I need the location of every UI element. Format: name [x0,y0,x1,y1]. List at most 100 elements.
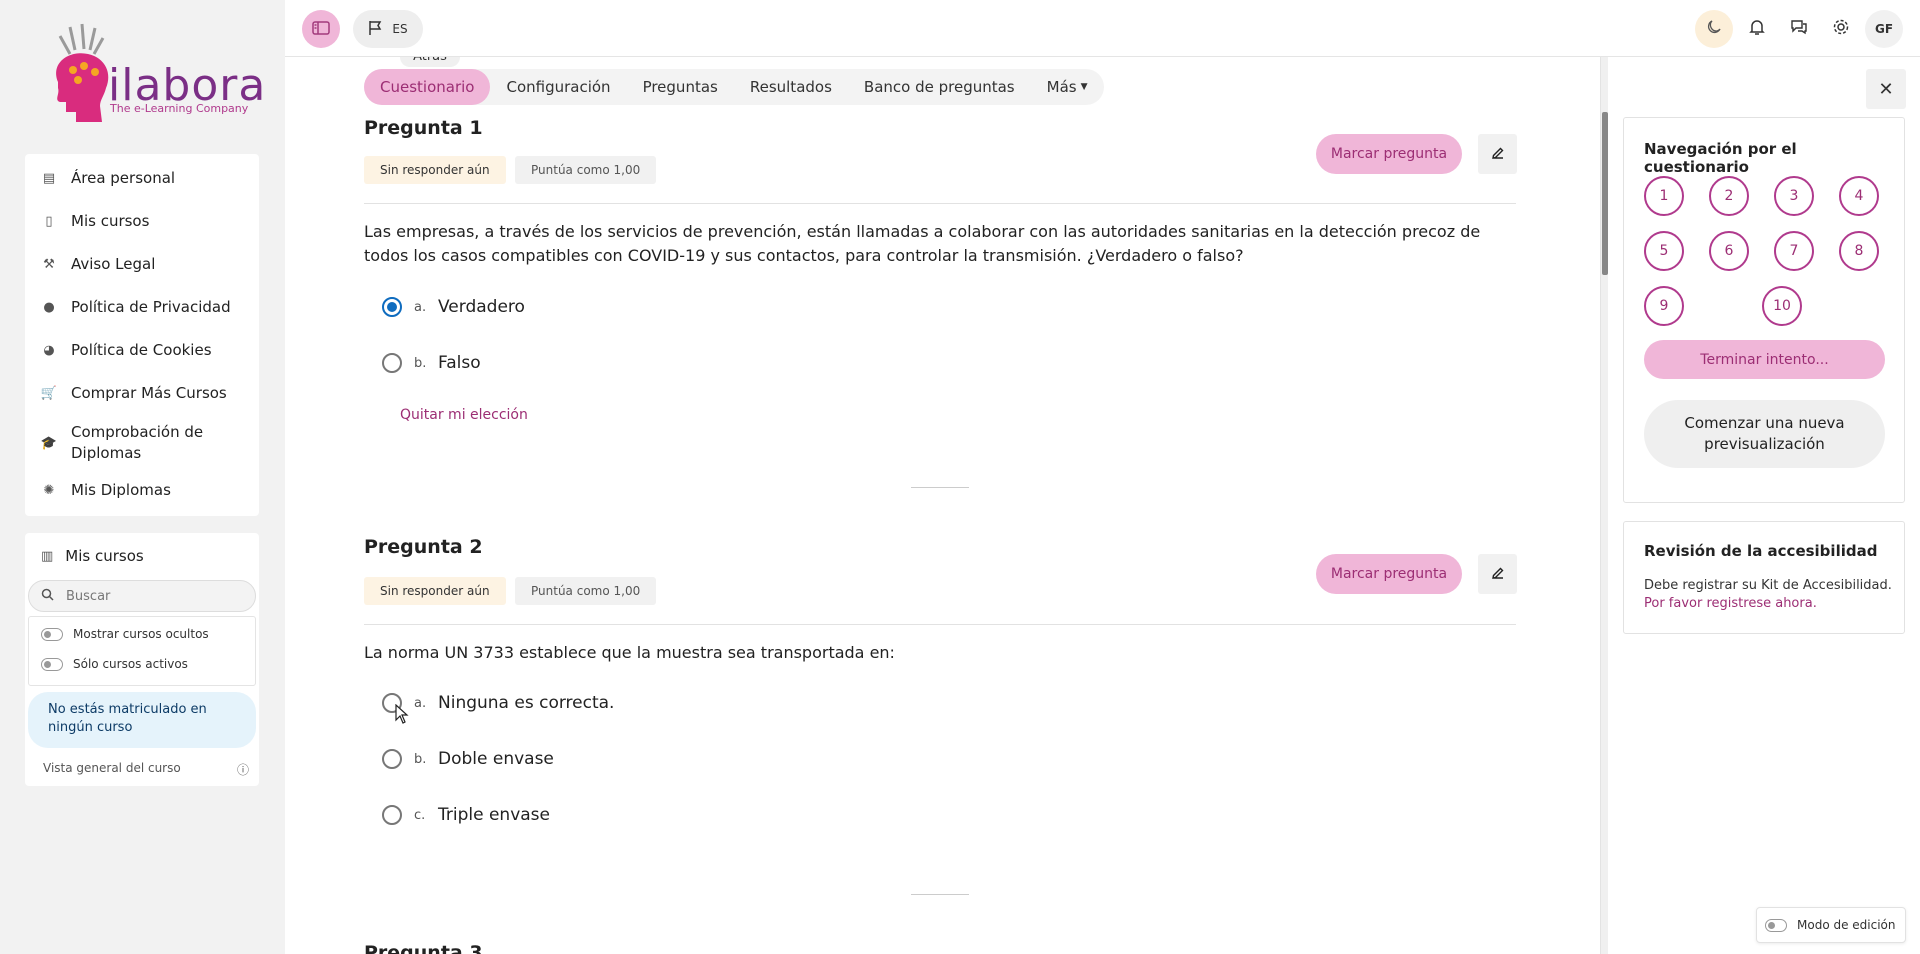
accessibility-review-title: Revisión de la accesibilidad [1644,542,1878,560]
question-nav-6[interactable]: 6 [1709,231,1749,271]
certificate-icon: ✺ [43,483,55,498]
course-search-input[interactable]: Buscar [28,580,256,612]
dark-mode-button[interactable] [1695,10,1733,48]
logo-tagline: The e-Learning Company [110,102,249,115]
question-1-option-b[interactable]: b. Falso [382,353,481,373]
toggle-switch[interactable] [1765,918,1787,932]
radio-button[interactable] [382,749,402,769]
graduation-cap-icon: 🎓 [40,435,58,451]
nav-item-aviso-legal[interactable]: ⚒ Aviso Legal [41,254,241,275]
mouse-cursor-icon [395,703,409,728]
accessibility-review-card: Revisión de la accesibilidad Debe regist… [1623,521,1905,634]
tab-configuracion[interactable]: Configuración [490,69,626,105]
question-nav-9[interactable]: 9 [1644,286,1684,326]
user-avatar[interactable]: GF [1865,10,1903,48]
question-nav-4[interactable]: 4 [1839,176,1879,216]
quiz-navigation-card: Navegación por el cuestionario 1 2 3 4 5… [1623,117,1905,503]
brand-logo[interactable]: ilabora The e-Learning Company [40,22,265,132]
question-2-option-c[interactable]: c. Triple envase [382,805,550,825]
pencil-icon [1491,145,1505,164]
course-overview-link[interactable]: Vista general del curso ⓘ [43,761,249,778]
language-button[interactable]: ES [353,10,423,48]
clear-choice-link[interactable]: Quitar mi elección [400,407,528,423]
tab-cuestionario[interactable]: Cuestionario [364,69,491,105]
question-1-text: Las empresas, a través de los servicios … [364,222,1481,265]
question-nav-5[interactable]: 5 [1644,231,1684,271]
question-2-title: Pregunta 2 [364,536,483,558]
question-1-status-badge: Sin responder aún [364,156,506,184]
flag-icon [368,20,382,39]
question-1-edit-button[interactable] [1478,134,1517,174]
main-scrollbar[interactable] [1600,57,1608,954]
toggle-hidden-courses[interactable]: Mostrar cursos ocultos [41,627,209,641]
cookie-icon: ◕ [43,343,55,358]
question-2-option-a[interactable]: a. Ninguna es correcta. [382,693,614,713]
question-2-flag-button[interactable]: Marcar pregunta [1316,554,1462,594]
toggle-active-courses[interactable]: Sólo cursos activos [41,657,188,671]
question-1-score-badge: Puntúa como 1,00 [515,156,657,184]
new-preview-button[interactable]: Comenzar una nueva previsualización [1644,400,1885,468]
quiz-navigation-drawer: ✕ Navegación por el cuestionario 1 2 3 4… [1608,57,1920,954]
question-1-title: Pregunta 1 [364,117,483,139]
tab-preguntas[interactable]: Preguntas [627,69,734,105]
question-nav-8[interactable]: 8 [1839,231,1879,271]
question-nav-1[interactable]: 1 [1644,176,1684,216]
tab-banco-preguntas[interactable]: Banco de preguntas [848,69,1031,105]
question-2-score-badge: Puntúa como 1,00 [515,577,657,605]
gavel-icon: ⚒ [43,257,55,272]
settings-button[interactable] [1822,10,1860,48]
question-nav-10[interactable]: 10 [1762,286,1802,326]
info-icon[interactable]: ⓘ [237,761,249,778]
back-button[interactable]: Atrás [400,57,460,67]
finish-attempt-button[interactable]: Terminar intento... [1644,340,1885,379]
cart-icon: 🛒 [40,386,58,401]
close-icon: ✕ [1878,78,1894,100]
quiz-main-content: Atrás Cuestionario Configuración Pregunt… [285,57,1600,954]
question-divider [911,487,969,488]
register-link[interactable]: Por favor registrese ahora. [1644,595,1894,613]
question-1-option-a[interactable]: a. Verdadero [382,297,525,317]
my-courses-header: ▥ Mis cursos [41,547,144,565]
close-drawer-button[interactable]: ✕ [1866,69,1906,109]
question-2-option-b[interactable]: b. Doble envase [382,749,554,769]
top-navbar: ES GF [285,0,1920,57]
nav-item-diplomas[interactable]: ✺ Mis Diplomas [41,480,241,501]
courses-icon: ▥ [41,548,54,564]
nav-item-cookies[interactable]: ◕ Política de Cookies [41,340,241,361]
primary-nav: ▤ Área personal ▯ Mis cursos ⚒ Aviso Leg… [25,154,259,516]
notifications-button[interactable] [1738,10,1776,48]
question-nav-2[interactable]: 2 [1709,176,1749,216]
nav-item-comprobacion[interactable]: 🎓 Comprobación de Diplomas [41,422,241,464]
nav-item-comprar[interactable]: 🛒 Comprar Más Cursos [41,383,241,404]
question-2-separator [364,624,1516,625]
chat-icon [1790,19,1808,39]
drawer-toggle-button[interactable] [302,10,340,48]
toggle-switch[interactable] [41,657,63,671]
question-2-status-badge: Sin responder aún [364,577,506,605]
question-nav-3[interactable]: 3 [1774,176,1814,216]
messages-button[interactable] [1780,10,1818,48]
edit-mode-toggle[interactable]: Modo de edición [1756,907,1906,943]
pencil-icon [1491,565,1505,584]
question-divider [911,894,969,895]
moon-icon [1706,19,1722,39]
nav-item-area-personal[interactable]: ▤ Área personal [41,168,241,189]
bell-icon [1749,18,1765,40]
accessibility-review-text: Debe registrar su Kit de Accesibilidad. … [1644,577,1894,613]
radio-button[interactable] [382,353,402,373]
search-icon [41,588,54,605]
caret-down-icon: ▼ [1080,82,1088,92]
question-2-edit-button[interactable] [1478,554,1517,594]
radio-button[interactable] [382,297,402,317]
question-nav-7[interactable]: 7 [1774,231,1814,271]
course-filters: Mostrar cursos ocultos Sólo cursos activ… [28,616,256,686]
nav-item-mis-cursos[interactable]: ▯ Mis cursos [41,211,241,232]
no-courses-alert: No estás matriculado en ningún curso [28,692,256,748]
tab-mas[interactable]: Más ▼ [1031,69,1104,105]
toggle-switch[interactable] [41,627,63,641]
question-1-flag-button[interactable]: Marcar pregunta [1316,134,1462,174]
nav-item-privacidad[interactable]: ● Política de Privacidad [41,297,241,318]
tab-resultados[interactable]: Resultados [734,69,848,105]
radio-button[interactable] [382,805,402,825]
question-2-text: La norma UN 3733 establece que la muestr… [364,643,895,662]
